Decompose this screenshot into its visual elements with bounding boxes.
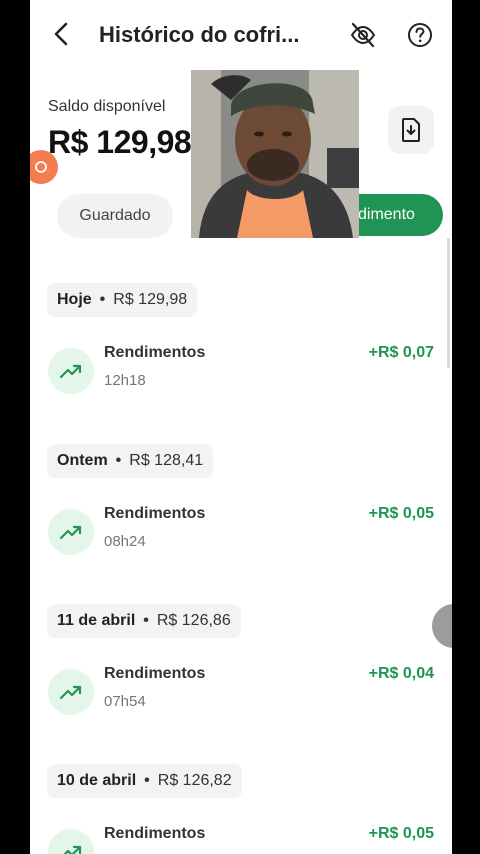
transaction-time: 07h54: [104, 693, 146, 710]
help-button[interactable]: [405, 20, 435, 50]
day-date: 10 de abril: [57, 772, 137, 789]
transaction-title: Rendimentos: [104, 825, 206, 842]
day-header: 11 de abril • R$ 126,86: [47, 604, 241, 638]
separator-dot: •: [144, 772, 150, 789]
eye-off-icon: [350, 22, 376, 48]
balance-value: R$ 129,98: [48, 124, 192, 160]
top-bar: Histórico do cofri...: [30, 0, 452, 70]
separator-dot: •: [143, 612, 149, 629]
export-statement-button[interactable]: [388, 106, 434, 154]
trending-up-icon: [48, 669, 94, 715]
day-total: R$ 126,82: [157, 772, 232, 789]
transaction-time: 08h24: [104, 533, 146, 550]
webcam-overlay: [191, 70, 359, 238]
separator-dot: •: [99, 291, 106, 308]
transaction-title: Rendimentos: [104, 344, 206, 361]
trending-up-icon: [48, 829, 94, 854]
transaction-amount: +R$ 0,04: [368, 665, 434, 682]
hide-values-button[interactable]: [348, 20, 378, 50]
transaction-item[interactable]: Rendimentos 08h24 +R$ 0,05: [30, 501, 452, 561]
day-header: Ontem • R$ 128,41: [47, 444, 214, 478]
separator-dot: •: [115, 452, 122, 469]
transaction-amount: +R$ 0,05: [368, 825, 434, 842]
day-total: R$ 128,41: [129, 452, 204, 469]
tab-guardado[interactable]: Guardado: [57, 194, 173, 238]
transaction-title: Rendimentos: [104, 505, 206, 522]
page-title: Histórico do cofri...: [99, 22, 300, 47]
floating-shortcut-icon[interactable]: [30, 150, 58, 184]
transaction-item[interactable]: Rendimentos 12h18 +R$ 0,07: [30, 340, 452, 400]
file-download-icon: [402, 118, 420, 142]
help-circle-icon: [408, 23, 432, 47]
day-header: 10 de abril • R$ 126,82: [47, 764, 242, 798]
transaction-item[interactable]: Rendimentos +R$ 0,05: [30, 821, 452, 854]
trending-up-icon: [48, 509, 94, 555]
day-total: R$ 129,98: [113, 291, 188, 308]
transaction-item[interactable]: Rendimentos 07h54 +R$ 0,04: [30, 661, 452, 721]
person-video-icon: [191, 70, 359, 238]
transaction-amount: +R$ 0,05: [368, 505, 434, 522]
back-button[interactable]: [48, 20, 76, 48]
day-date: Ontem: [57, 452, 108, 469]
day-date: Hoje: [57, 291, 92, 308]
trending-up-icon: [48, 348, 94, 394]
transaction-amount: +R$ 0,07: [368, 344, 434, 361]
day-header: Hoje • R$ 129,98: [47, 283, 198, 317]
transaction-title: Rendimentos: [104, 665, 206, 682]
chevron-left-icon: [54, 22, 68, 46]
transaction-time: 12h18: [104, 372, 146, 389]
day-date: 11 de abril: [57, 612, 136, 629]
balance-label: Saldo disponível: [48, 98, 166, 115]
day-total: R$ 126,86: [156, 612, 231, 629]
floating-assistant-button[interactable]: [432, 604, 452, 648]
camera-icon: [35, 161, 47, 173]
app-screen: Histórico do cofri... Saldo disponível R…: [30, 0, 452, 854]
